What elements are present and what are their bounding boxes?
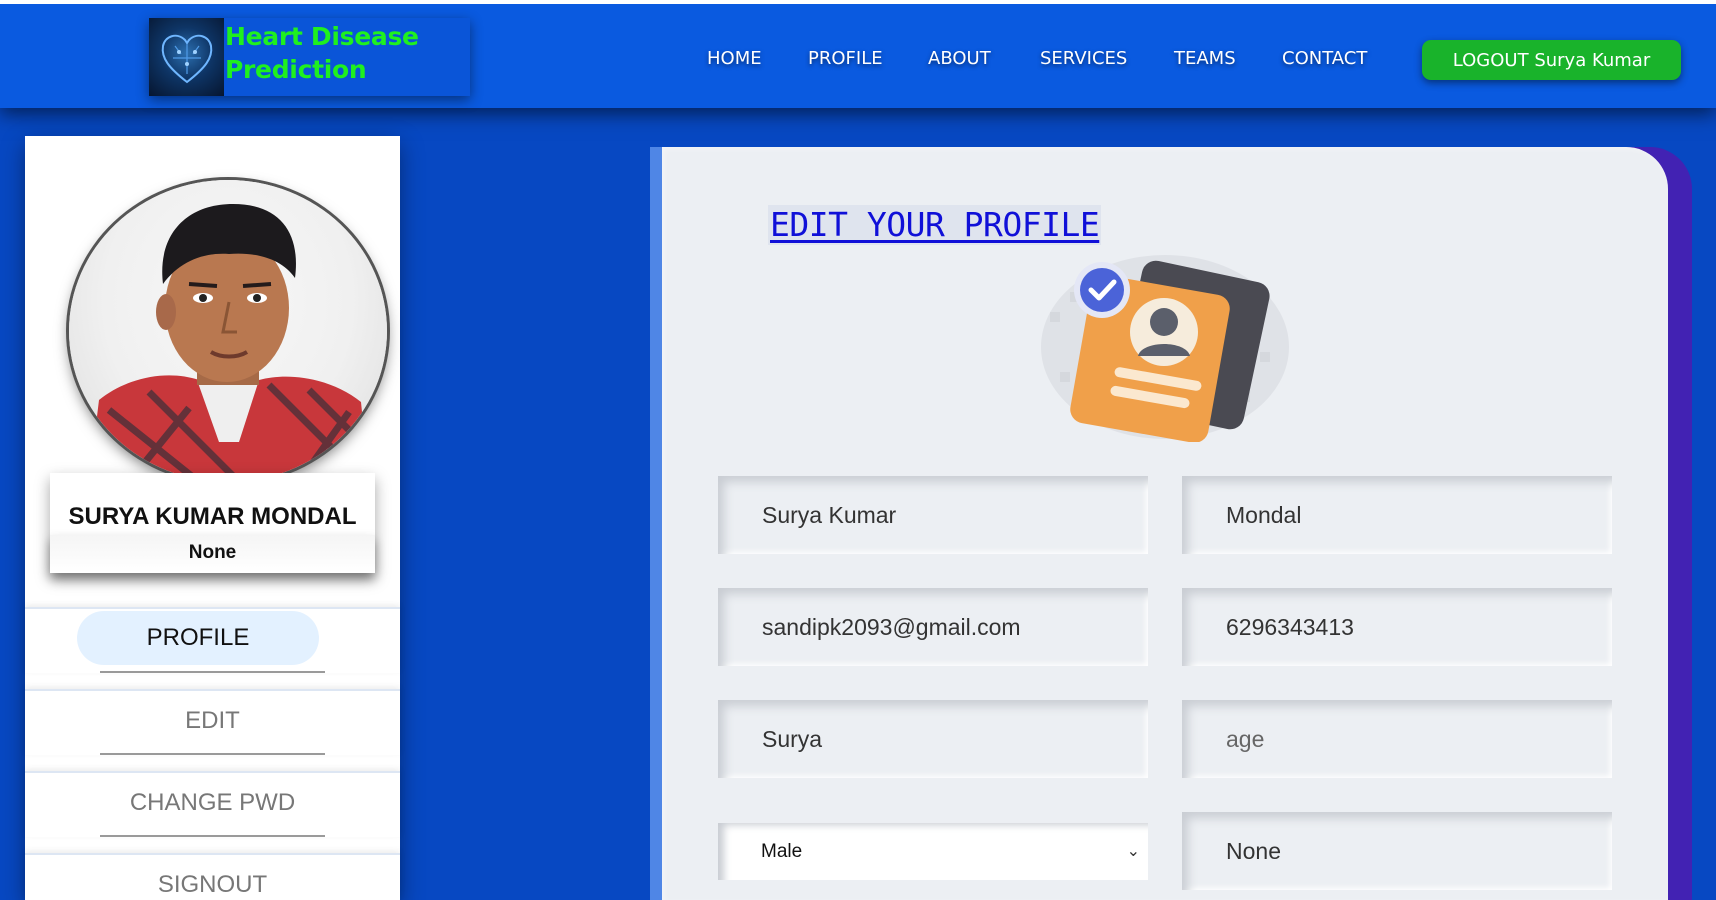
nav-home[interactable]: HOME xyxy=(707,48,762,69)
page-title: EDIT YOUR PROFILE xyxy=(768,205,1102,245)
sidebar-item-change-pwd[interactable]: CHANGE PWD xyxy=(25,771,400,837)
sidebar-item-signout-label[interactable]: SIGNOUT xyxy=(25,871,400,899)
profile-sidebar: SURYA KUMAR MONDAL None PROFILE EDIT CHA… xyxy=(25,136,400,900)
nav-teams[interactable]: TEAMS xyxy=(1174,48,1236,69)
profile-full-name: SURYA KUMAR MONDAL xyxy=(68,503,357,530)
nav-profile[interactable]: PROFILE xyxy=(808,48,883,69)
brand[interactable]: Heart Disease Prediction xyxy=(149,18,470,96)
age-field[interactable]: age xyxy=(1182,700,1612,778)
sidebar-item-signout[interactable]: SIGNOUT xyxy=(25,853,400,900)
logout-button[interactable]: LOGOUT Surya Kumar xyxy=(1422,40,1681,80)
gender-select-value: Male xyxy=(761,841,803,862)
sidebar-item-profile[interactable]: PROFILE xyxy=(25,607,400,673)
brand-line-1: Heart Disease xyxy=(225,22,419,51)
nav-services[interactable]: SERVICES xyxy=(1040,48,1127,69)
sidebar-item-change-pwd-label[interactable]: CHANGE PWD xyxy=(25,789,400,817)
divider xyxy=(100,835,325,837)
top-navbar: Heart Disease Prediction HOME PROFILE AB… xyxy=(0,0,1716,108)
chevron-down-icon: ⌄ xyxy=(1126,843,1140,860)
profile-card-icon xyxy=(1040,252,1290,443)
last-name-field[interactable]: Mondal xyxy=(1182,476,1612,554)
nav-about[interactable]: ABOUT xyxy=(928,48,991,69)
divider xyxy=(100,753,325,755)
gender-select[interactable]: Male ⌄ xyxy=(718,823,1148,880)
profile-name-card: SURYA KUMAR MONDAL None xyxy=(50,473,375,573)
email-field[interactable]: sandipk2093@gmail.com xyxy=(718,588,1148,666)
username-field[interactable]: Surya xyxy=(718,700,1148,778)
sidebar-item-profile-label[interactable]: PROFILE xyxy=(77,611,319,665)
extra-field[interactable]: None xyxy=(1182,812,1612,890)
nav-contact[interactable]: CONTACT xyxy=(1282,48,1367,69)
first-name-field[interactable]: Surya Kumar xyxy=(718,476,1148,554)
brand-line-2: Prediction xyxy=(225,55,367,84)
divider xyxy=(100,671,325,673)
user-photo-icon xyxy=(89,204,372,482)
heart-logo-icon xyxy=(149,18,224,96)
profile-subtitle: None xyxy=(50,535,375,573)
sidebar-item-edit[interactable]: EDIT xyxy=(25,689,400,755)
sidebar-item-edit-label[interactable]: EDIT xyxy=(25,707,400,735)
avatar xyxy=(69,180,387,482)
phone-field[interactable]: 6296343413 xyxy=(1182,588,1612,666)
brand-title: Heart Disease Prediction xyxy=(225,20,419,86)
